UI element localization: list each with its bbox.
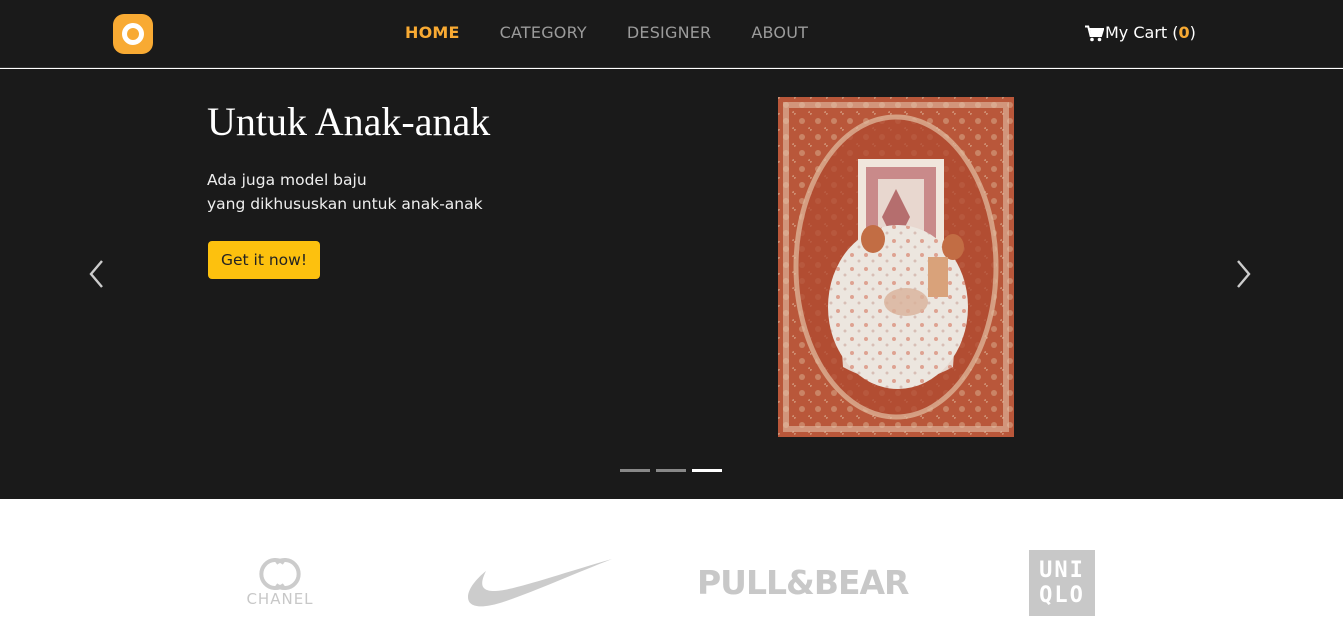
cart-label-close: ): [1189, 23, 1196, 42]
nav-designer[interactable]: DESIGNER: [627, 23, 712, 43]
logo-ring: [122, 23, 144, 45]
get-it-now-button[interactable]: Get it now!: [208, 241, 320, 279]
slide-title: Untuk Anak-anak: [207, 99, 491, 144]
carousel-indicator-2[interactable]: [656, 469, 686, 472]
nike-swoosh-icon: [468, 559, 612, 607]
cart-count: 0: [1178, 23, 1190, 42]
cart-button[interactable]: My Cart (0): [1085, 23, 1196, 43]
chanel-logo: CHANEL: [238, 557, 322, 611]
nav-links: HOME CATEGORY DESIGNER ABOUT: [405, 23, 808, 43]
carousel-prev-button[interactable]: [86, 259, 110, 289]
nav-category[interactable]: CATEGORY: [500, 23, 587, 43]
uniqlo-logo: UNI QLO: [1029, 550, 1095, 616]
carousel-indicator-1[interactable]: [620, 469, 650, 472]
slide-description-line-1: Ada juga model baju: [207, 171, 367, 189]
carousel-next-button[interactable]: [1232, 259, 1256, 289]
chanel-cc-icon: [259, 558, 301, 590]
navbar: HOME CATEGORY DESIGNER ABOUT My Cart (0): [0, 0, 1343, 68]
uniqlo-line-1: UNI: [1039, 558, 1085, 583]
hero-carousel: Untuk Anak-anak Ada juga model baju yang…: [0, 69, 1343, 499]
slide-description-line-2: yang dikhususkan untuk anak-anak: [207, 195, 483, 213]
nav-about[interactable]: ABOUT: [751, 23, 808, 43]
cart-label: My Cart (: [1105, 23, 1179, 42]
chevron-left-icon: [89, 260, 103, 288]
nav-home[interactable]: HOME: [405, 23, 460, 43]
slide-image: [778, 97, 1014, 437]
logo-icon[interactable]: [113, 14, 153, 54]
uniqlo-line-2: QLO: [1039, 583, 1085, 608]
brand-logos: CHANEL PULL&BEAR UNI QLO: [0, 499, 1343, 624]
chanel-wordmark: CHANEL: [246, 590, 314, 608]
slide-description: Ada juga model baju yang dikhususkan unt…: [207, 168, 607, 216]
chevron-right-icon: [1237, 260, 1251, 288]
carousel-indicators: [620, 469, 722, 472]
carousel-indicator-3[interactable]: [692, 469, 722, 472]
cart-icon: [1085, 25, 1104, 41]
pullbear-logo: PULL&BEAR: [697, 563, 909, 602]
